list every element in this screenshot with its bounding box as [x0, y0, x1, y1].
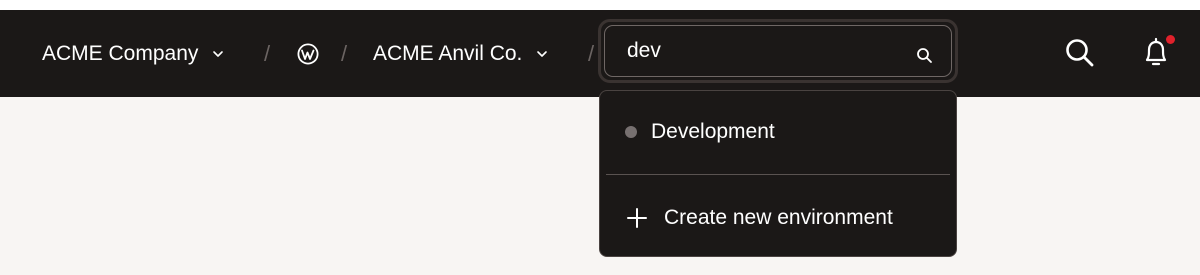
breadcrumb-separator: / — [341, 40, 348, 66]
create-environment-label: Create new environment — [664, 206, 893, 229]
company-name: ACME Company — [42, 41, 199, 65]
environment-search — [598, 19, 958, 83]
search-field-container[interactable] — [604, 25, 952, 77]
top-navigation-bar: ACME Company / / ACME Anvil Co. / — [0, 10, 1200, 97]
chevron-down-icon — [212, 48, 224, 60]
notification-badge — [1166, 35, 1175, 44]
environment-option-label: Development — [651, 120, 775, 143]
environment-option-development[interactable]: Development — [600, 111, 956, 153]
search-icon[interactable] — [1064, 37, 1096, 69]
create-environment-button[interactable]: Create new environment — [600, 197, 956, 239]
environment-status-dot — [625, 126, 637, 138]
chevron-down-icon — [536, 48, 548, 60]
site-name: ACME Anvil Co. — [373, 41, 523, 65]
page-background: ACME Company / / ACME Anvil Co. / dev De… — [0, 10, 1200, 275]
search-icon — [916, 47, 933, 64]
dropdown-divider — [606, 174, 950, 175]
breadcrumb-separator: / — [588, 40, 595, 66]
site-switcher[interactable]: ACME Anvil Co. — [373, 10, 548, 97]
breadcrumb-separator: / — [264, 40, 271, 66]
plus-icon — [626, 207, 648, 229]
company-switcher[interactable]: ACME Company — [42, 10, 224, 97]
environment-dropdown: Development Create new environment — [599, 90, 957, 257]
environment-search-input[interactable] — [627, 31, 887, 71]
wordpress-icon[interactable] — [297, 43, 319, 65]
